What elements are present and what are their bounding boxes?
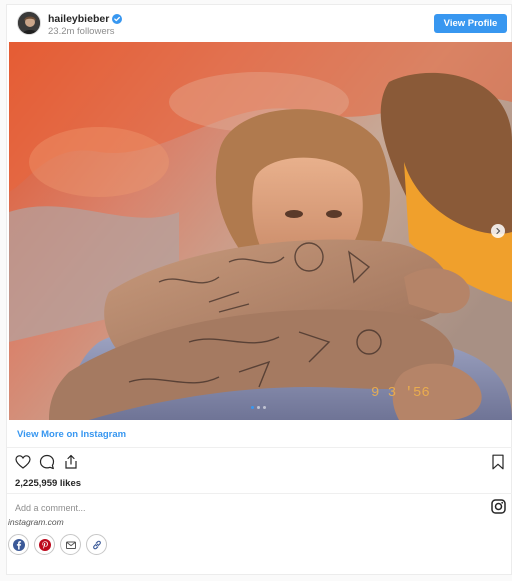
instagram-embed-card: haileybieber 23.2m followers View Profil…	[6, 4, 512, 575]
save-button[interactable]	[491, 454, 505, 470]
username-text[interactable]: haileybieber	[48, 13, 109, 25]
share-icon	[65, 454, 77, 469]
copy-link-button[interactable]	[86, 534, 107, 555]
pinterest-icon	[38, 538, 51, 551]
instagram-icon	[491, 499, 506, 514]
view-more-link[interactable]: View More on Instagram	[17, 429, 126, 440]
post-image[interactable]: 9 3 '56	[9, 42, 512, 420]
divider	[7, 447, 512, 448]
carousel-dot	[257, 406, 260, 409]
share-email-button[interactable]	[60, 534, 81, 555]
timestamp-overlay: 9 3 '56	[371, 385, 430, 401]
like-count: 2,225,959 likes	[15, 478, 82, 489]
action-bar	[15, 454, 79, 470]
source-domain: instagram.com	[8, 517, 64, 527]
post-header: haileybieber 23.2m followers View Profil…	[7, 5, 512, 43]
share-button[interactable]	[63, 454, 79, 470]
chevron-right-icon	[496, 227, 501, 235]
verified-badge-icon	[112, 14, 123, 24]
comment-input[interactable]	[15, 501, 435, 515]
like-button[interactable]	[15, 454, 31, 470]
carousel-indicator	[251, 406, 266, 409]
follower-count: 23.2m followers	[48, 26, 115, 37]
instagram-link[interactable]	[491, 499, 506, 514]
carousel-dot	[263, 406, 266, 409]
share-pinterest-button[interactable]	[34, 534, 55, 555]
comment-icon	[39, 454, 55, 470]
carousel-dot	[251, 406, 254, 409]
email-icon	[65, 541, 76, 549]
share-bar	[8, 534, 107, 555]
username[interactable]: haileybieber	[48, 13, 123, 25]
bookmark-icon	[492, 454, 504, 470]
share-facebook-button[interactable]	[8, 534, 29, 555]
divider	[7, 493, 512, 494]
link-icon	[92, 540, 101, 549]
heart-icon	[15, 455, 31, 469]
next-photo-button[interactable]	[491, 224, 505, 238]
avatar[interactable]	[17, 11, 41, 35]
facebook-icon	[12, 538, 25, 551]
view-profile-button[interactable]: View Profile	[434, 14, 507, 33]
avatar-icon	[18, 12, 40, 34]
comment-button[interactable]	[39, 454, 55, 470]
post-photo: 9 3 '56	[9, 42, 512, 420]
